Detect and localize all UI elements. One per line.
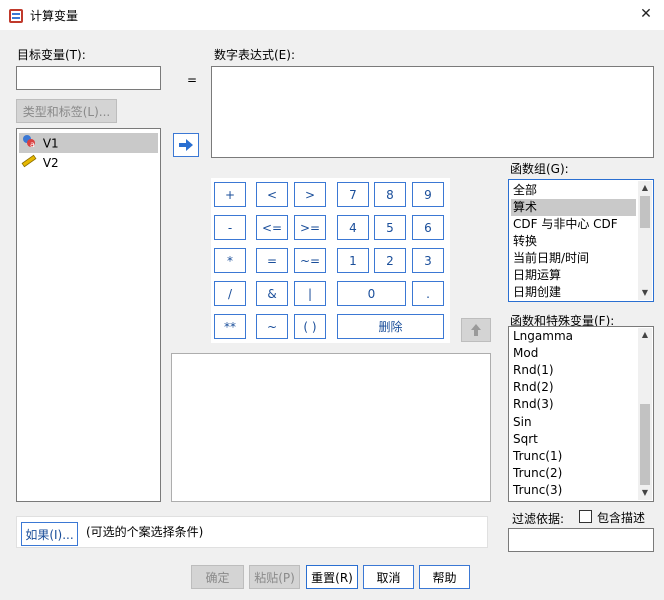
key-2[interactable]: 2: [374, 248, 406, 273]
numeric-expression-label: 数字表达式(E):: [214, 48, 295, 62]
function-group-item[interactable]: 全部: [513, 182, 537, 199]
help-button[interactable]: 帮助: [419, 565, 470, 589]
key-not[interactable]: ~: [256, 314, 288, 339]
svg-text:a: a: [30, 140, 35, 149]
function-group-scrollbar[interactable]: ▲ ▼: [638, 181, 652, 300]
function-group-item[interactable]: 日期创建: [513, 284, 561, 301]
if-condition-hint: (可选的个案选择条件): [86, 525, 204, 539]
app-icon: [8, 8, 24, 24]
key-1[interactable]: 1: [337, 248, 369, 273]
key-minus[interactable]: -: [214, 215, 246, 240]
target-variable-input[interactable]: [16, 66, 161, 90]
key-greater-equal[interactable]: >=: [294, 215, 326, 240]
variable-item-v2[interactable]: V2: [21, 153, 59, 171]
variable-name: V2: [42, 156, 59, 170]
filter-label: 过滤依据:: [512, 512, 565, 526]
move-up-button[interactable]: [461, 318, 491, 342]
key-multiply[interactable]: *: [214, 248, 246, 273]
function-item[interactable]: Rnd(3): [513, 396, 554, 413]
variable-name: V1: [42, 136, 59, 151]
key-4[interactable]: 4: [337, 215, 369, 240]
title-bar: [0, 0, 664, 30]
scroll-thumb[interactable]: [640, 196, 650, 228]
key-parentheses[interactable]: ( ): [294, 314, 326, 339]
filter-input[interactable]: [508, 528, 654, 552]
function-group-label: 函数组(G):: [510, 162, 569, 176]
function-group-item[interactable]: CDF 与非中心 CDF: [513, 216, 618, 233]
include-description-checkbox[interactable]: [579, 510, 592, 523]
scroll-up-icon[interactable]: ▲: [638, 328, 652, 342]
key-not-equal[interactable]: ~=: [294, 248, 326, 273]
function-item[interactable]: Sin: [513, 414, 532, 431]
function-item[interactable]: Trunc(3): [513, 482, 562, 499]
target-variable-label: 目标变量(T):: [17, 48, 86, 62]
scale-variable-icon: [21, 153, 39, 174]
cancel-button[interactable]: 取消: [363, 565, 414, 589]
function-group-item-selected[interactable]: 算术: [511, 199, 636, 216]
key-delete[interactable]: 删除: [337, 314, 444, 339]
function-group-item[interactable]: 当前日期/时间: [513, 250, 589, 267]
key-and[interactable]: &: [256, 281, 288, 306]
arrow-right-icon: [179, 139, 193, 151]
key-9[interactable]: 9: [412, 182, 444, 207]
function-item[interactable]: Trunc(2): [513, 465, 562, 482]
include-description-label: 包含描述: [597, 511, 646, 525]
scroll-up-icon[interactable]: ▲: [638, 181, 652, 195]
function-description-panel: [171, 353, 491, 502]
key-equal[interactable]: =: [256, 248, 288, 273]
key-decimal[interactable]: .: [412, 281, 444, 306]
function-item[interactable]: Sqrt: [513, 431, 538, 448]
move-to-expression-button[interactable]: [173, 133, 199, 157]
key-less-than[interactable]: <: [256, 182, 288, 207]
key-greater-than[interactable]: >: [294, 182, 326, 207]
variable-list[interactable]: a V1 V2: [16, 128, 161, 502]
window-title: 计算变量: [30, 9, 79, 23]
type-and-label-button[interactable]: 类型和标签(L)...: [16, 99, 117, 123]
function-group-list[interactable]: 全部 算术 CDF 与非中心 CDF 转换 当前日期/时间 日期运算 日期创建 …: [508, 179, 654, 302]
function-item[interactable]: Rnd(2): [513, 379, 554, 396]
nominal-variable-icon: a: [21, 133, 39, 155]
key-or[interactable]: |: [294, 281, 326, 306]
key-0[interactable]: 0: [337, 281, 406, 306]
key-8[interactable]: 8: [374, 182, 406, 207]
scroll-down-icon[interactable]: ▼: [638, 486, 652, 500]
key-7[interactable]: 7: [337, 182, 369, 207]
key-power[interactable]: **: [214, 314, 246, 339]
equals-sign: =: [187, 73, 198, 87]
scroll-thumb[interactable]: [640, 404, 650, 485]
numeric-expression-input[interactable]: [211, 66, 654, 158]
if-button[interactable]: 如果(I)...: [21, 522, 78, 546]
key-3[interactable]: 3: [412, 248, 444, 273]
function-item[interactable]: Rnd(1): [513, 362, 554, 379]
function-item[interactable]: Lngamma: [513, 328, 573, 345]
function-item[interactable]: Mod: [513, 345, 538, 362]
function-group-item[interactable]: 转换: [513, 233, 537, 250]
arrow-up-icon: [471, 324, 481, 336]
reset-button[interactable]: 重置(R): [306, 565, 358, 589]
key-less-equal[interactable]: <=: [256, 215, 288, 240]
function-group-item[interactable]: 日期运算: [513, 267, 561, 284]
key-5[interactable]: 5: [374, 215, 406, 240]
functions-scrollbar[interactable]: ▲ ▼: [638, 328, 652, 500]
function-item[interactable]: Trunc(1): [513, 448, 562, 465]
ok-button[interactable]: 确定: [191, 565, 244, 589]
key-6[interactable]: 6: [412, 215, 444, 240]
key-divide[interactable]: /: [214, 281, 246, 306]
variable-item-v1[interactable]: a V1: [19, 133, 158, 153]
paste-button[interactable]: 粘贴(P): [249, 565, 300, 589]
close-icon[interactable]: ✕: [628, 0, 664, 30]
key-plus[interactable]: +: [214, 182, 246, 207]
functions-list[interactable]: Lngamma Mod Rnd(1) Rnd(2) Rnd(3) Sin Sqr…: [508, 326, 654, 502]
scroll-down-icon[interactable]: ▼: [638, 286, 652, 300]
